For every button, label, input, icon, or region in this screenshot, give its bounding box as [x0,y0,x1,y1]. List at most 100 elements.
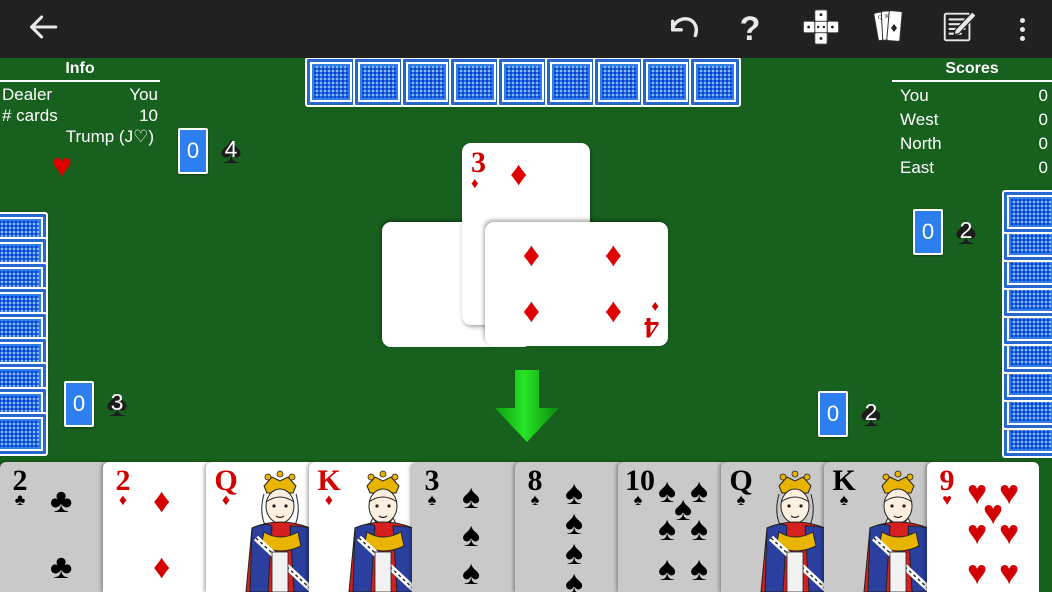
played-card-east-suit: ♦ [651,298,659,314]
undo-icon [667,10,701,49]
played-card-west-suit: ♦ [516,299,524,315]
card-back [449,57,501,107]
back-button[interactable] [18,0,68,58]
hand-card-3-index: Q ♦ [214,464,238,509]
played-card-north-suit: ♦ [471,176,479,192]
played-card-east-pip-3: ♦ [522,294,540,332]
hand-card-10-pip: ♥ [967,514,988,552]
bid-indicator-you: 0 ♠ 3 [64,381,138,427]
card-back [305,57,357,107]
hand-card-2-pip: ♦ [153,482,171,520]
played-card-west: A ♦ [382,222,532,347]
menu-dot-icon [1019,26,1025,32]
score-value-west: 0 [1038,110,1048,129]
hand-card-2-index: 2 ♦ [115,464,131,509]
face-card-art [862,468,936,592]
info-row-cardcount: # cards 10 [0,105,160,126]
hand-card-7-pip: ♠ [658,550,677,588]
hand-card-1-pip: ♣ [50,548,73,586]
face-card-art [244,468,318,592]
bid-indicator-east-bid: 0 [818,391,848,437]
hand-card-5-pip: ♠ [462,554,481,592]
played-card-east-rank: 4 [644,311,659,344]
scorepad-button[interactable] [934,0,984,58]
hand-card-4-index: K ♦ [317,464,341,509]
bid-indicator-you-bid: 0 [64,381,94,427]
hand-card-2[interactable]: 2 ♦ ♦ ♦ [103,462,215,592]
hand-card-10-pip: ♥ [999,554,1020,592]
hand-card-1[interactable]: 2 ♣ ♣ ♣ [0,462,112,592]
card-back [401,57,453,107]
score-value-north: 0 [1038,134,1048,153]
hand-card-6-pip: ♠ [565,564,584,592]
score-value-east: 0 [1038,158,1048,177]
card-back [545,57,597,107]
trump-label: Trump (J♡) [65,127,154,146]
card-back [1002,190,1052,234]
info-label-dealer: Dealer [2,85,53,104]
hand-card-7[interactable]: 10 ♠ ♠ ♠ ♠ ♠ ♠ ♠ ♠ [618,462,730,592]
hand-card-10-index: 9 ♥ [939,464,955,509]
hand-card-7-index: 10 ♠ [625,464,655,509]
trump-suit-icon: ♥ [51,147,73,185]
hand-card-10-pip: ♥ [967,554,988,592]
info-label-cardcount: # cards [2,106,58,125]
scores-panel: Scores You 0 West 0 North 0 East 0 [892,60,1052,180]
played-card-east-pip-1: ♦ [604,294,622,332]
played-card-west-rank: A [502,312,524,345]
menu-dot-icon [1019,35,1025,41]
hand-card-9-index: K ♠ [832,464,856,509]
hand-card-1-pip: ♣ [50,482,73,520]
hand-card-6-index: 8 ♠ [527,464,543,509]
back-arrow-icon [26,10,60,49]
face-card-art [347,468,421,592]
face-card-art [759,468,833,592]
hand-card-5[interactable]: 3 ♠ ♠ ♠ ♠ [412,462,524,592]
hand-card-10[interactable]: 9 ♥ ♥ ♥ ♥ ♥ ♥ ♥ ♥ [927,462,1039,592]
bid-indicator-north-tricks: ♠ 2 [945,209,987,255]
hand-card-6[interactable]: 8 ♠ ♠ ♠ ♠ ♠ [515,462,627,592]
played-card-east-pip-2: ♦ [604,238,622,276]
card-back [593,57,645,107]
turn-indicator-arrow [487,366,567,446]
hand-card-8-index: Q ♠ [729,464,753,509]
score-row-east: East 0 [892,156,1052,180]
played-card-north: 3 ♦ ♦ [462,143,590,325]
info-value-cardcount: 10 [139,106,158,125]
score-name-west: West [900,110,939,129]
card-back [0,412,48,456]
bid-indicator-east: 0 ♠ 2 [818,391,892,437]
help-button[interactable]: ? [728,0,772,58]
played-card-east-pip-4: ♦ [522,238,540,276]
hand-card-7-pip: ♠ [690,550,709,588]
hand-card-3[interactable]: Q ♦ [206,462,318,592]
hand-card-7-pip: ♠ [690,510,709,548]
hand-card-2-pip: ♦ [153,548,171,586]
score-row-you: You 0 [892,84,1052,108]
played-card-east: 4 ♦ ♦ ♦ ♦ ♦ [485,222,668,346]
info-divider [0,80,160,82]
top-toolbar: ? Q K [0,0,1052,58]
played-card-north-pip: ♦ [510,155,528,193]
bid-indicator-east-tricks: ♠ 2 [850,391,892,437]
info-value-dealer: You [129,85,158,104]
hand-card-8[interactable]: Q ♠ [721,462,833,592]
svg-text:Q: Q [878,15,883,21]
overflow-menu-button[interactable] [1004,0,1040,58]
hand-card-4[interactable]: K ♦ [309,462,421,592]
bid-indicator-north: 0 ♠ 2 [913,209,987,255]
show-hand-button[interactable]: QK [866,0,914,58]
score-row-north: North 0 [892,132,1052,156]
svg-text:K: K [885,14,890,20]
card-back [689,57,741,107]
scores-panel-title: Scores [945,60,999,77]
deal-cards-button[interactable] [796,0,846,58]
score-name-north: North [900,134,942,153]
undo-button[interactable] [660,0,708,58]
bid-indicator-you-tricks: ♠ 3 [96,381,138,427]
hand-card-10-pip: ♥ [999,514,1020,552]
hand-card-9[interactable]: K ♠ [824,462,936,592]
card-back [497,57,549,107]
score-value-you: 0 [1038,86,1048,105]
bid-indicator-west-tricks: ♠ 4 [210,128,252,174]
